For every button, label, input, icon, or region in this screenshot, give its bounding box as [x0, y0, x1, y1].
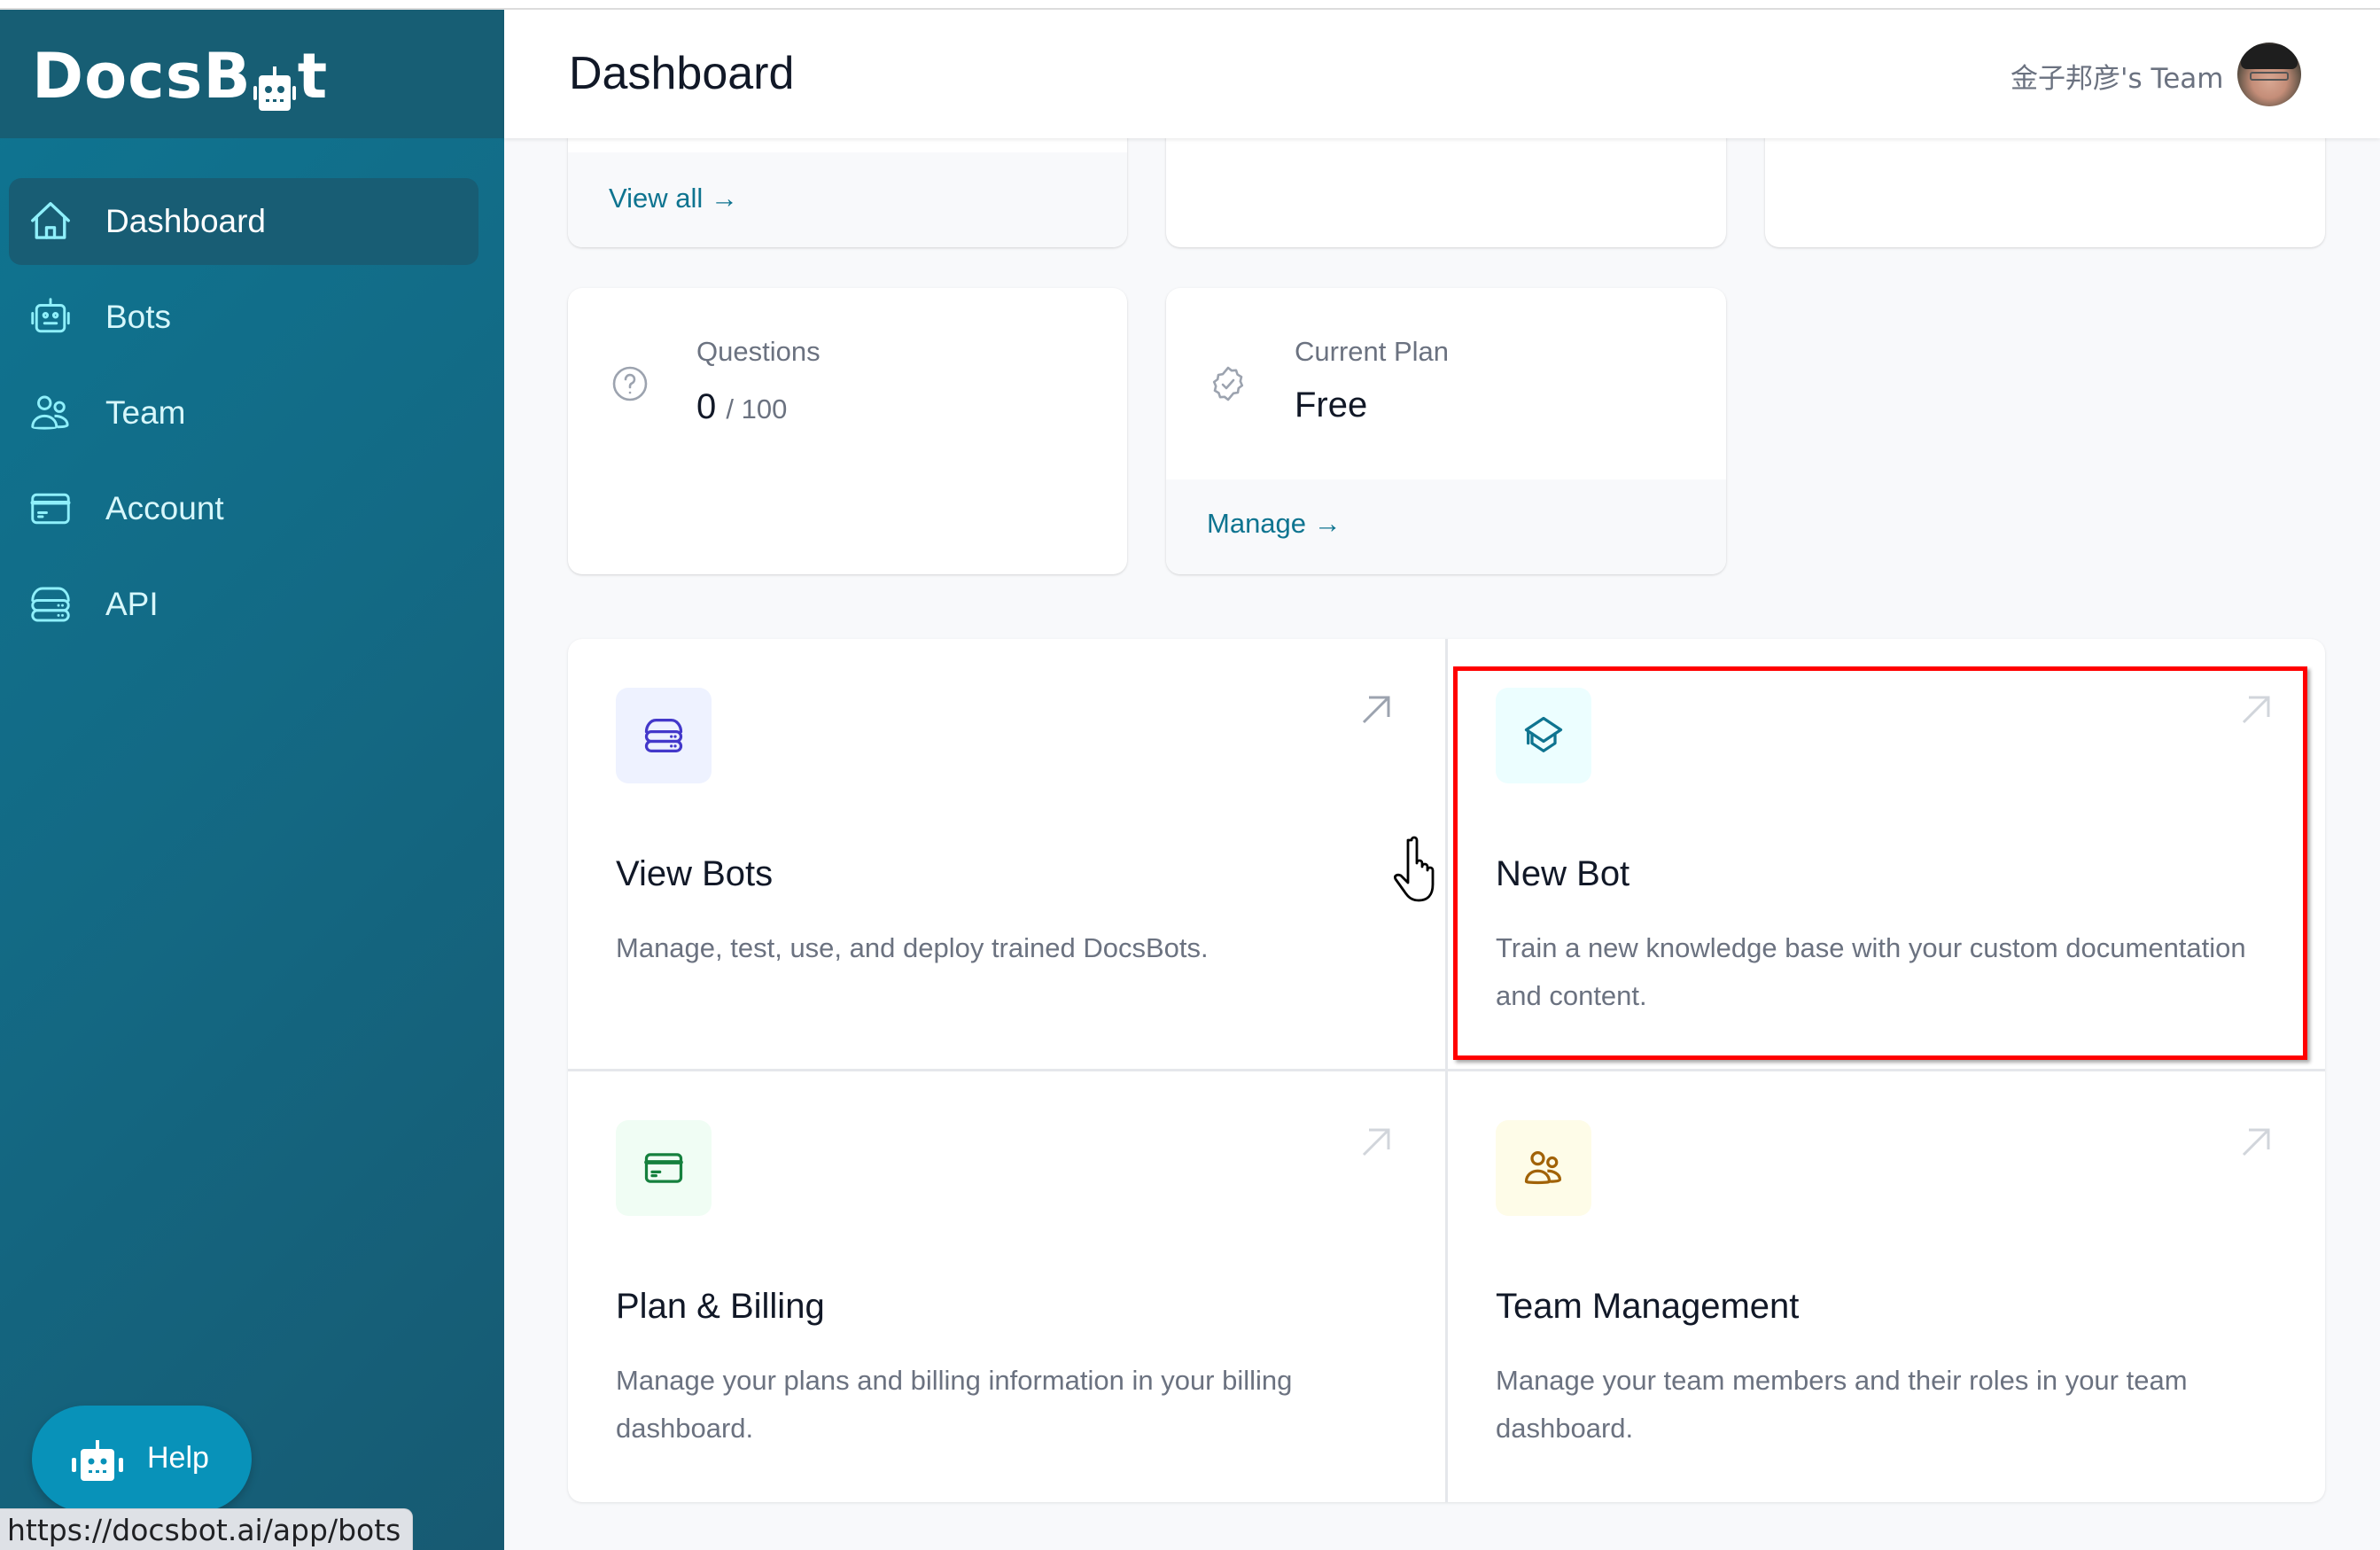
robot-icon [27, 293, 74, 341]
help-button[interactable]: Help [32, 1406, 252, 1512]
page-title: Dashboard [569, 48, 795, 99]
sidebar-item-label: Bots [105, 299, 172, 335]
icon-box [616, 1120, 712, 1216]
credit-card-icon [644, 1153, 683, 1183]
user-avatar[interactable] [2237, 43, 2301, 106]
top-header: Dashboard 金子邦彦's Team [504, 10, 2380, 138]
question-circle-icon [612, 366, 648, 401]
help-label: Help [147, 1441, 209, 1475]
view-all-link[interactable]: View all → [609, 183, 738, 214]
icon-box [1496, 1120, 1591, 1216]
sidebar-item-account[interactable]: Account [9, 465, 478, 552]
server-icon [27, 580, 74, 628]
users-icon [1524, 1151, 1562, 1185]
sidebar-item-api[interactable]: API [9, 561, 478, 648]
robot-logo-icon [253, 55, 296, 111]
new-bot-tile[interactable]: New Bot Train a new knowledge base with … [1448, 639, 2325, 1069]
tile-title: View Bots [616, 854, 774, 893]
hand-pointer-cursor-icon [1394, 836, 1435, 902]
questions-count: 0 [696, 387, 717, 426]
tile-description: Manage your team members and their roles… [1496, 1365, 2188, 1444]
robot-icon [72, 1440, 123, 1481]
sidebar-item-dashboard[interactable]: Dashboard [9, 178, 478, 265]
card-footer: Manage → [1166, 479, 1726, 574]
arrow-up-right-icon [1362, 696, 1390, 724]
stat-card-plan: Current Plan Free Manage → [1166, 288, 1726, 574]
sidebar-item-label: Account [105, 490, 224, 526]
plan-value: Free [1295, 386, 1368, 424]
docsbot-logo[interactable]: DocsB t [32, 40, 328, 113]
tile-description: Manage your plans and billing informatio… [616, 1365, 1293, 1444]
logo-text: t [297, 40, 329, 113]
sidebar-item-team[interactable]: Team [9, 370, 478, 456]
logo-text: DocsB [32, 40, 252, 113]
tile-title: Plan & Billing [616, 1287, 825, 1326]
tile-description: Manage, test, use, and deploy trained Do… [616, 932, 1209, 963]
team-switcher[interactable]: 金子邦彦's Team [2011, 56, 2223, 96]
manage-plan-link[interactable]: Manage → [1207, 508, 1342, 540]
sidebar-item-label: API [105, 586, 159, 622]
arrow-up-right-icon [1362, 1128, 1390, 1157]
sidebar-item-label: Dashboard [105, 203, 267, 239]
scrollbar[interactable] [2357, 138, 2380, 1550]
icon-box [1496, 688, 1591, 783]
quick-actions-grid: View Bots Manage, test, use, and deploy … [568, 639, 2325, 1502]
questions-value: 0 / 100 [696, 387, 787, 427]
tile-description: Train a new knowledge base with your cus… [1496, 932, 2246, 1011]
browser-top-edge [0, 0, 2380, 10]
users-icon [27, 389, 74, 437]
sidebar: DocsB t Dashboard Bots Team Account API [0, 10, 504, 1550]
tile-title: Team Management [1496, 1287, 1800, 1326]
server-stack-icon [644, 719, 683, 752]
sidebar-item-bots[interactable]: Bots [9, 274, 478, 361]
home-icon [27, 198, 74, 245]
view-bots-tile[interactable]: View Bots Manage, test, use, and deploy … [568, 639, 1445, 1069]
link-preview-status-bar: https://docsbot.ai/app/bots [0, 1508, 413, 1550]
credit-card-icon [27, 485, 74, 533]
avatar-glasses [2250, 72, 2289, 81]
plan-label: Current Plan [1295, 336, 1450, 367]
icon-box [616, 688, 712, 783]
questions-label: Questions [696, 336, 821, 367]
plan-billing-tile[interactable]: Plan & Billing Manage your plans and bil… [568, 1071, 1445, 1502]
sidebar-item-label: Team [105, 394, 186, 431]
arrow-up-right-icon [2242, 696, 2270, 724]
stat-card-questions: Questions 0 / 100 [568, 288, 1127, 574]
arrow-up-right-icon [2242, 1128, 2270, 1157]
logo-area: DocsB t [0, 10, 504, 138]
graduation-cap-icon [1524, 716, 1563, 752]
avatar-hair [2241, 44, 2298, 69]
team-management-tile[interactable]: Team Management Manage your team members… [1448, 1071, 2325, 1502]
card-footer: View all → [568, 152, 1127, 247]
questions-limit: / 100 [726, 393, 788, 424]
badge-check-icon [1212, 366, 1244, 401]
tile-title: New Bot [1496, 854, 1630, 893]
